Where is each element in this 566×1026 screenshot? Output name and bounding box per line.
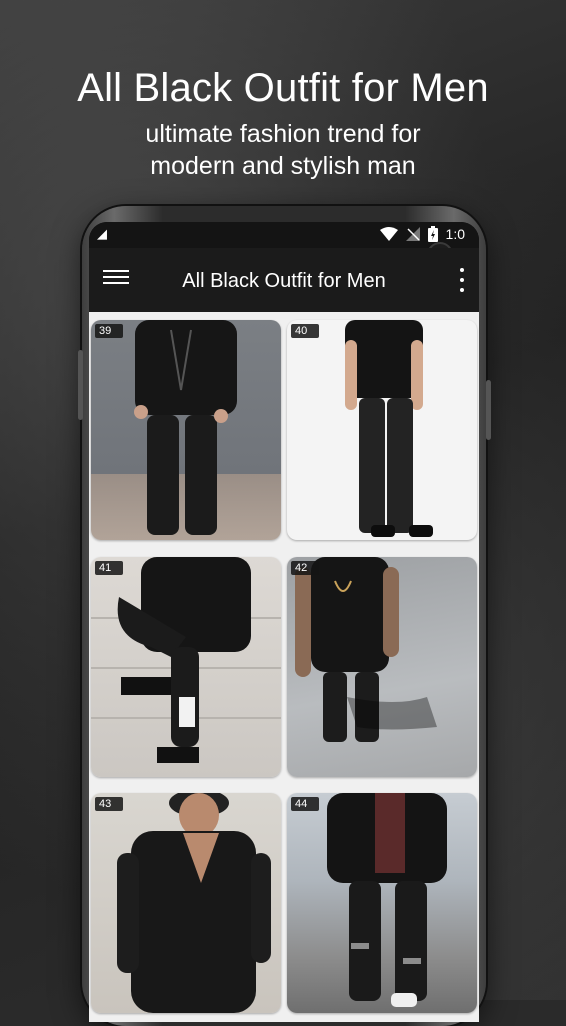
notification-icon: ◢ [97, 226, 107, 241]
outfit-card[interactable]: 42 [287, 556, 477, 777]
outfit-card[interactable]: 43 [91, 793, 281, 1014]
overflow-menu-icon[interactable] [459, 268, 465, 292]
outfit-card[interactable]: 41 [91, 556, 281, 777]
outfit-photo [134, 320, 237, 535]
app-title: All Black Outfit for Men [182, 270, 386, 292]
outfit-number-badge: 41 [95, 560, 123, 575]
outfit-number-badge: 40 [291, 324, 319, 338]
battery-charging-icon [427, 226, 438, 242]
outfit-number-badge: 42 [291, 560, 319, 575]
outfit-number-badge: 39 [95, 324, 123, 338]
outfit-photo [117, 793, 271, 1014]
no-signal-icon [405, 227, 420, 241]
outfit-photo [327, 793, 447, 1008]
phone-screen: ◢ 1:0 All Black Outfit for Men 39 40 41 … [89, 222, 479, 1022]
outfit-number-badge: 44 [291, 797, 319, 812]
outfit-card[interactable]: 39 [91, 320, 281, 540]
phone-volume-button [78, 350, 83, 420]
promo-headline: All Black Outfit for Men [77, 66, 489, 110]
outfit-gallery: 39 40 41 42 43 44 [89, 312, 479, 1022]
outfit-photo [295, 556, 437, 742]
promo-subline: ultimate fashion trend for modern and st… [0, 118, 566, 182]
wifi-icon [379, 227, 398, 241]
promo-subline-line-2: modern and stylish man [150, 152, 416, 180]
phone-power-button [486, 380, 491, 440]
status-icons: 1:0 [379, 226, 465, 242]
outfit-card[interactable]: 44 [287, 793, 477, 1014]
outfit-photo [117, 556, 251, 763]
outfit-number-badge: 43 [95, 797, 123, 812]
outfit-card[interactable]: 40 [287, 320, 477, 540]
app-bar: All Black Outfit for Men [89, 248, 479, 312]
promo-subline-line-1: ultimate fashion trend for [145, 120, 421, 148]
status-bar: ◢ 1:0 [89, 222, 479, 248]
status-time: 1:0 [445, 226, 465, 242]
outfit-photo [345, 320, 433, 537]
